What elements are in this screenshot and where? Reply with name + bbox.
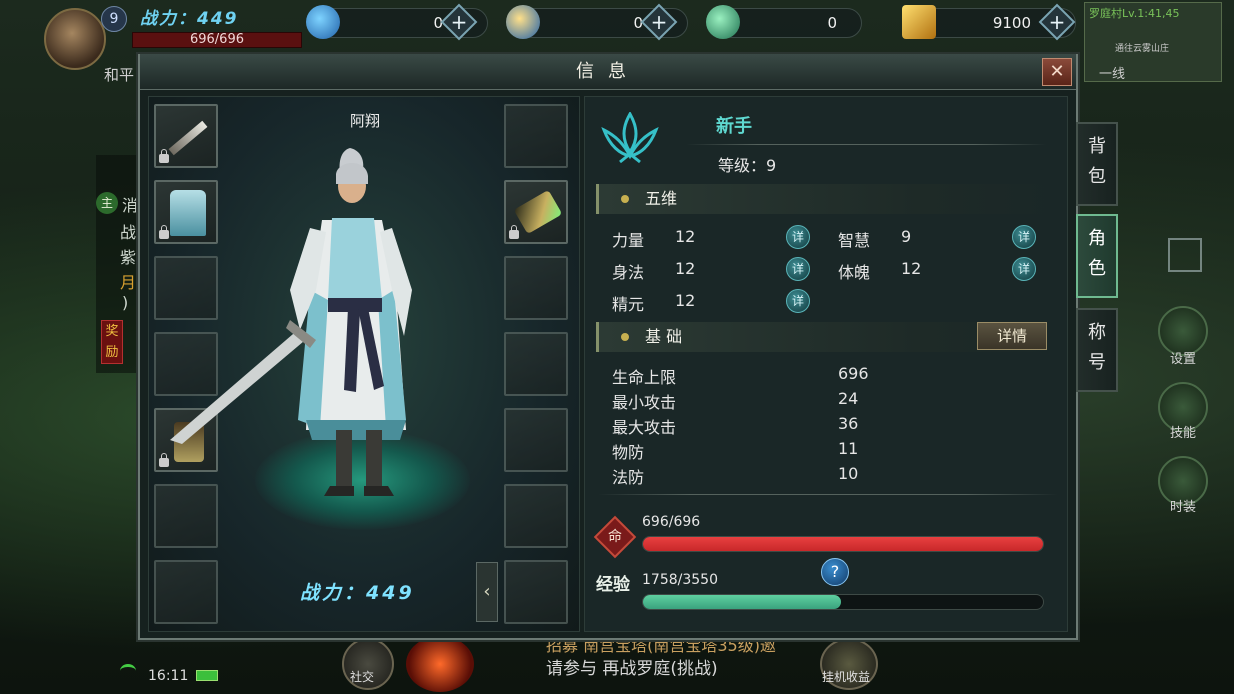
equip-slot-empty[interactable]: [154, 560, 218, 624]
player-avatar[interactable]: [44, 8, 106, 70]
stat-label-magic-defense: 法防: [612, 468, 645, 487]
wifi-icon: [120, 664, 136, 678]
player-hp-bar: 696/696: [132, 32, 302, 48]
stat-value-min-attack: 24: [838, 389, 859, 408]
event-notice[interactable]: 请参与 再战罗庭(挑战): [546, 654, 718, 679]
attr-value-wisdom: 9: [901, 227, 912, 246]
attr-detail-wisdom-button[interactable]: 详: [1012, 225, 1036, 249]
attributes-header: 五维: [596, 184, 1056, 214]
social-label: 社交: [350, 670, 375, 684]
battery-icon: [196, 670, 218, 681]
collapse-arrow-button[interactable]: ‹: [476, 562, 498, 622]
minimap-hint: 通往云雾山庄: [1115, 44, 1170, 54]
attr-label-physique: 体魄: [838, 263, 871, 282]
bound-gold-ingot-icon: [506, 5, 540, 39]
settings-label: 设置: [1169, 352, 1196, 367]
minimap-title: 罗庭村Lv.1:41,45: [1089, 7, 1180, 20]
attr-value-spirit: 12: [675, 291, 696, 310]
equip-slot-bracer[interactable]: [504, 180, 568, 244]
quest-text-3: 紫: [120, 248, 137, 267]
afk-reward-label: 挂机收益: [822, 670, 871, 684]
attr-detail-spirit-button[interactable]: 详: [786, 289, 810, 313]
equip-slot-empty[interactable]: [504, 408, 568, 472]
attr-label-spirit: 精元: [612, 295, 645, 314]
currency-value: 9100: [992, 14, 1031, 32]
close-button[interactable]: ✕: [1042, 58, 1072, 86]
tab-character-label: 角色: [1088, 228, 1106, 279]
gold-ingot-icon: [306, 5, 340, 39]
sword-blade: [170, 328, 310, 444]
minimap-channel: 一线: [1099, 67, 1126, 82]
equip-slot-empty[interactable]: [504, 256, 568, 320]
attr-value-agility: 12: [675, 259, 696, 278]
life-bar-fill: [643, 537, 1043, 551]
tab-titles-label: 称号: [1088, 322, 1106, 373]
stat-label-max-attack: 最大攻击: [612, 418, 677, 437]
lock-icon: [509, 225, 519, 239]
attr-label-wisdom: 智慧: [838, 231, 871, 250]
stat-label-physical-defense: 物防: [612, 443, 645, 462]
fashion-label: 时装: [1169, 500, 1196, 515]
panel-title: 信息: [140, 54, 1076, 90]
character-power: 战力：449: [300, 582, 415, 604]
divider: [598, 494, 1058, 495]
quest-text-4: 月: [120, 273, 137, 292]
tab-titles[interactable]: 称号: [1076, 308, 1118, 392]
stat-label-min-attack: 最小攻击: [612, 393, 677, 412]
rank-emblem-icon: [601, 112, 659, 164]
attr-detail-physique-button[interactable]: 详: [1012, 257, 1036, 281]
gold-ticket-icon: [902, 5, 936, 39]
life-bar: [642, 536, 1044, 552]
stat-value-max-hp: 696: [838, 364, 869, 383]
attr-value-physique: 12: [901, 259, 922, 278]
attr-label-agility: 身法: [612, 263, 645, 282]
currency-value: 0: [827, 14, 837, 32]
clock: 16:11: [148, 668, 189, 684]
details-button[interactable]: 详情: [977, 322, 1047, 350]
player-name: 和平: [104, 66, 135, 84]
player-power: 战力：449: [140, 9, 239, 29]
stat-value-max-attack: 36: [838, 414, 859, 433]
stat-value-magic-defense: 10: [838, 464, 859, 483]
character-model[interactable]: [160, 140, 490, 510]
stat-label-max-hp: 生命上限: [612, 368, 677, 387]
tab-backpack[interactable]: 背包: [1076, 122, 1118, 206]
divider: [686, 144, 1046, 145]
life-text: 696/696: [642, 514, 701, 530]
rank-title: 新手: [716, 116, 752, 137]
character-name: 阿翔: [349, 112, 380, 130]
attr-detail-strength-button[interactable]: 详: [786, 225, 810, 249]
attr-label-strength: 力量: [612, 231, 645, 250]
jade-icon: [706, 5, 740, 39]
fullscreen-icon[interactable]: [1168, 238, 1202, 272]
minimap[interactable]: 罗庭村Lv.1:41,45 通往云雾山庄 一线: [1084, 2, 1222, 82]
attr-value-strength: 12: [675, 227, 696, 246]
quest-main-tag: 主: [96, 192, 118, 214]
quest-text-2: 战: [120, 223, 137, 242]
stat-value-physical-defense: 11: [838, 439, 859, 458]
equip-slot-empty[interactable]: [504, 104, 568, 168]
reward-button[interactable]: 奖励: [101, 320, 123, 364]
equip-slot-empty[interactable]: [504, 560, 568, 624]
quest-text-5: ): [122, 293, 129, 312]
exp-bar-fill: [643, 595, 841, 609]
exp-label: 经验: [596, 575, 630, 595]
exp-bar: [642, 594, 1044, 610]
quest-text-1: 消: [122, 196, 139, 215]
tab-backpack-label: 背包: [1088, 136, 1106, 187]
tab-character[interactable]: 角色: [1076, 214, 1118, 298]
attr-detail-agility-button[interactable]: 详: [786, 257, 810, 281]
help-button[interactable]: ?: [821, 558, 849, 586]
skills-label: 技能: [1169, 426, 1196, 441]
skill-ultimate-icon[interactable]: [406, 636, 474, 692]
player-level-badge: 9: [101, 6, 127, 32]
equip-slot-empty[interactable]: [504, 332, 568, 396]
equip-slot-empty[interactable]: [504, 484, 568, 548]
bracer-icon: [513, 189, 563, 235]
level-text: 等级：9: [718, 156, 777, 175]
exp-text: 1758/3550: [642, 572, 718, 588]
